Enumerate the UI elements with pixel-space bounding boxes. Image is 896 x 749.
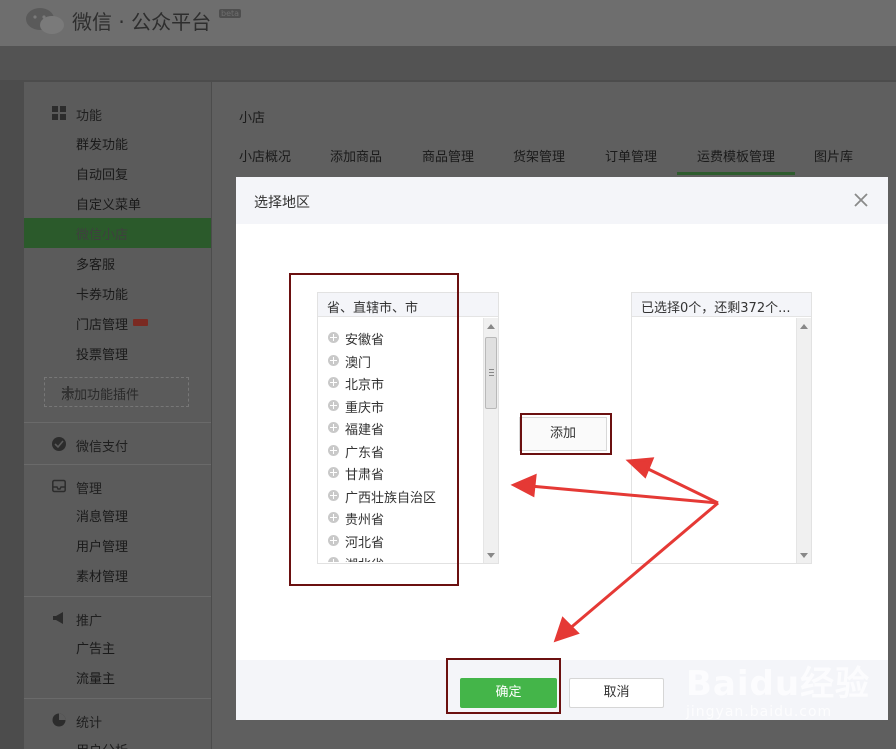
section-title: 微信支付 <box>76 440 129 455</box>
breadcrumb: 小店 <box>239 111 266 126</box>
sidebar-item-messages[interactable]: 消息管理 <box>24 500 211 530</box>
tab-shelf-manage[interactable]: 货架管理 <box>513 146 565 165</box>
section-statistics: 统计 <box>24 708 211 732</box>
beta-badge: beta <box>219 9 242 18</box>
sidebar-divider <box>24 464 211 465</box>
watermark-url: jingyan.baidu.com <box>686 704 833 720</box>
sidebar-divider <box>24 596 211 597</box>
pie-chart-icon <box>52 713 66 727</box>
cancel-button[interactable]: 取消 <box>569 678 664 708</box>
tab-add-product[interactable]: 添加商品 <box>330 146 382 165</box>
section-manage: 管理 <box>24 474 211 498</box>
wallet-icon <box>52 437 66 451</box>
megaphone-icon <box>53 612 63 624</box>
tab-overview[interactable]: 小店概况 <box>239 146 291 165</box>
list-header: 已选择0个，还剩372个... <box>632 293 811 317</box>
selected-count-text: 已选择0个，还剩372个... <box>641 301 791 316</box>
dialog-title: 选择地区 <box>254 195 310 211</box>
sidebar-item-publisher[interactable]: 流量主 <box>24 662 211 692</box>
tab-product-manage[interactable]: 商品管理 <box>422 146 474 165</box>
section-promotion: 推广 <box>24 606 211 630</box>
section-title: 推广 <box>76 614 103 629</box>
scroll-up-icon[interactable] <box>487 324 495 329</box>
section-features: 功能 <box>24 101 211 125</box>
highlight-add-button <box>520 413 612 455</box>
sidebar-item-users[interactable]: 用户管理 <box>24 530 211 560</box>
sidebar-item-custom-menu[interactable]: 自定义菜单 <box>24 188 211 218</box>
scrollbar-thumb[interactable] <box>485 337 497 409</box>
highlight-confirm-button <box>446 658 561 714</box>
section-title: 管理 <box>76 482 103 497</box>
sidebar-item-broadcast[interactable]: 群发功能 <box>24 128 211 158</box>
close-icon[interactable] <box>851 190 871 210</box>
wechat-logo-icon <box>26 8 64 34</box>
sidebar-item-coupons[interactable]: 卡券功能 <box>24 278 211 308</box>
sidebar-divider <box>24 422 211 423</box>
tab-image-library[interactable]: 图片库 <box>814 146 853 165</box>
sidebar-item-wechat-store[interactable]: 微信小店 <box>24 218 211 248</box>
header-band <box>0 46 896 80</box>
scroll-down-icon[interactable] <box>487 553 495 558</box>
selected-list-scrollbar[interactable] <box>796 318 811 563</box>
plus-icon <box>62 386 74 398</box>
active-tab-indicator <box>677 172 795 175</box>
section-title: 统计 <box>76 716 103 731</box>
baidu-watermark: Baidu经验 jingyan.baidu.com <box>686 652 896 749</box>
inbox-icon <box>52 479 66 493</box>
sidebar-item-advertiser[interactable]: 广告主 <box>24 632 211 662</box>
watermark-logo: Baidu经验 <box>686 664 871 704</box>
sidebar-item-user-analytics[interactable]: 用户分析 <box>24 734 211 749</box>
sidebar-item-materials[interactable]: 素材管理 <box>24 560 211 590</box>
tab-shipping-templates[interactable]: 运费模板管理 <box>697 146 775 165</box>
sidebar-item-wechat-pay[interactable]: 微信支付 <box>24 432 211 456</box>
new-badge <box>133 319 148 326</box>
section-title: 功能 <box>76 109 103 124</box>
tab-order-manage[interactable]: 订单管理 <box>605 146 657 165</box>
scroll-up-icon[interactable] <box>800 324 808 329</box>
sidebar: 功能 群发功能 自动回复 自定义菜单 微信小店 多客服 卡券功能 门店管理 投票… <box>24 82 211 749</box>
sidebar-item-customer-service[interactable]: 多客服 <box>24 248 211 278</box>
store-tabs: 小店概况 添加商品 商品管理 货架管理 订单管理 运费模板管理 图片库 <box>212 137 896 173</box>
platform-title: 微信 · 公众平台 <box>72 10 212 34</box>
highlight-region-list <box>289 273 459 586</box>
source-list-scrollbar[interactable] <box>483 318 498 563</box>
sidebar-item-stores[interactable]: 门店管理 <box>24 308 211 338</box>
sidebar-item-votes[interactable]: 投票管理 <box>24 338 211 368</box>
top-header: 微信 · 公众平台 beta <box>0 0 896 46</box>
region-selected-list: 已选择0个，还剩372个... <box>631 292 812 564</box>
scroll-down-icon[interactable] <box>800 553 808 558</box>
grid-icon <box>52 106 66 120</box>
sidebar-divider <box>24 698 211 699</box>
sidebar-item-autoreply[interactable]: 自动回复 <box>24 158 211 188</box>
dialog-header: 选择地区 <box>236 177 888 224</box>
